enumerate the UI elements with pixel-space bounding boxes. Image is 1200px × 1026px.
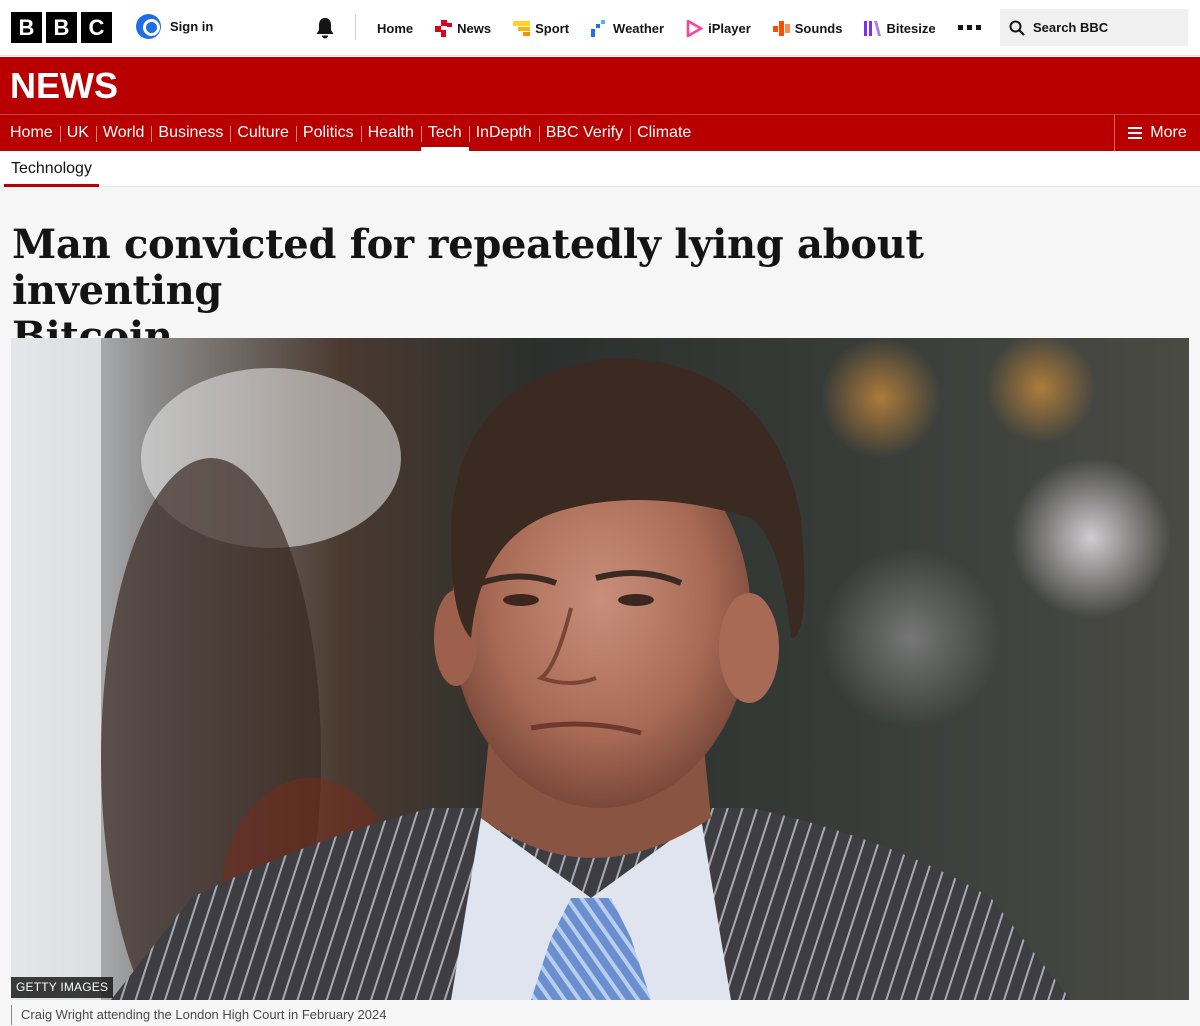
global-nav-label: Sport <box>535 20 570 36</box>
section-nav-world[interactable]: World <box>95 115 152 151</box>
search-icon <box>1009 20 1025 36</box>
bbc-logo-block: B <box>46 12 77 43</box>
sign-in-button[interactable]: Sign in <box>136 14 213 39</box>
sub-nav-technology[interactable]: Technology <box>4 151 99 187</box>
sport-icon <box>513 20 531 36</box>
global-nav-label: Sounds <box>794 20 843 36</box>
global-nav-news[interactable]: News <box>424 0 502 56</box>
global-nav-label: News <box>457 20 492 36</box>
section-more-label: More <box>1150 124 1187 141</box>
section-nav-bbc-verify[interactable]: BBC Verify <box>538 115 630 151</box>
header-divider <box>355 14 356 40</box>
search-label: Search BBC <box>1033 20 1109 35</box>
more-menu-dots-icon[interactable] <box>958 25 981 30</box>
menu-icon <box>1128 127 1143 139</box>
section-nav-business[interactable]: Business <box>151 115 230 151</box>
section-nav-politics[interactable]: Politics <box>295 115 361 151</box>
image-credit-badge: GETTY IMAGES <box>11 977 114 998</box>
global-nav-sounds[interactable]: Sounds <box>762 0 854 56</box>
iplayer-icon <box>686 19 704 37</box>
sounds-icon <box>772 20 790 36</box>
weather-icon <box>591 19 606 37</box>
section-nav-list: Home UK World Business Culture Politics Health… <box>3 115 698 151</box>
global-nav-home[interactable]: Home <box>366 0 424 56</box>
section-nav-home[interactable]: Home <box>3 115 60 151</box>
section-nav-indepth[interactable]: InDepth <box>468 115 539 151</box>
global-nav-label: Weather <box>613 20 665 36</box>
headline-line: Man convicted for repeatedly lying about… <box>12 221 924 314</box>
global-nav-label: Home <box>377 20 414 36</box>
global-nav-sport[interactable]: Sport <box>502 0 580 56</box>
section-nav-tech[interactable]: Tech <box>420 115 469 151</box>
bbc-logo-block: B <box>11 12 42 43</box>
global-nav-bitesize[interactable]: Bitesize <box>853 0 946 56</box>
portrait-photo <box>11 338 1189 1000</box>
global-nav-weather[interactable]: Weather <box>580 0 675 56</box>
dot <box>958 25 963 30</box>
global-nav-iplayer[interactable]: iPlayer <box>675 0 762 56</box>
news-logo[interactable]: NEWS <box>10 65 118 107</box>
search-bbc-button[interactable]: Search BBC <box>1000 9 1188 46</box>
news-section-nav: Home UK World Business Culture Politics Health… <box>0 114 1200 151</box>
global-nav: Home News Sport Weather iPlayer Sounds B… <box>366 0 947 56</box>
bitesize-icon <box>864 20 882 36</box>
news-masthead: NEWS <box>0 57 1200 114</box>
sign-in-label: Sign in <box>170 19 214 34</box>
section-nav-health[interactable]: Health <box>360 115 421 151</box>
bbc-logo-block: C <box>81 12 112 43</box>
dot <box>976 25 981 30</box>
section-nav-culture[interactable]: Culture <box>230 115 296 151</box>
section-more-button[interactable]: More <box>1114 115 1200 151</box>
global-nav-label: iPlayer <box>708 20 751 36</box>
bbc-logo[interactable]: B B C <box>11 12 112 43</box>
section-nav-uk[interactable]: UK <box>59 115 96 151</box>
dot <box>967 25 972 30</box>
account-icon <box>136 14 161 39</box>
bbc-global-header: B B C Sign in Home News Sport Weather iP… <box>0 0 1200 56</box>
notifications-bell-icon[interactable] <box>315 17 335 39</box>
article-hero-image <box>11 338 1189 1000</box>
news-icon <box>435 19 453 37</box>
sub-nav: Technology <box>0 151 1200 187</box>
section-nav-climate[interactable]: Climate <box>630 115 698 151</box>
image-caption: Craig Wright attending the London High C… <box>11 1005 386 1025</box>
global-nav-label: Bitesize <box>886 20 936 36</box>
